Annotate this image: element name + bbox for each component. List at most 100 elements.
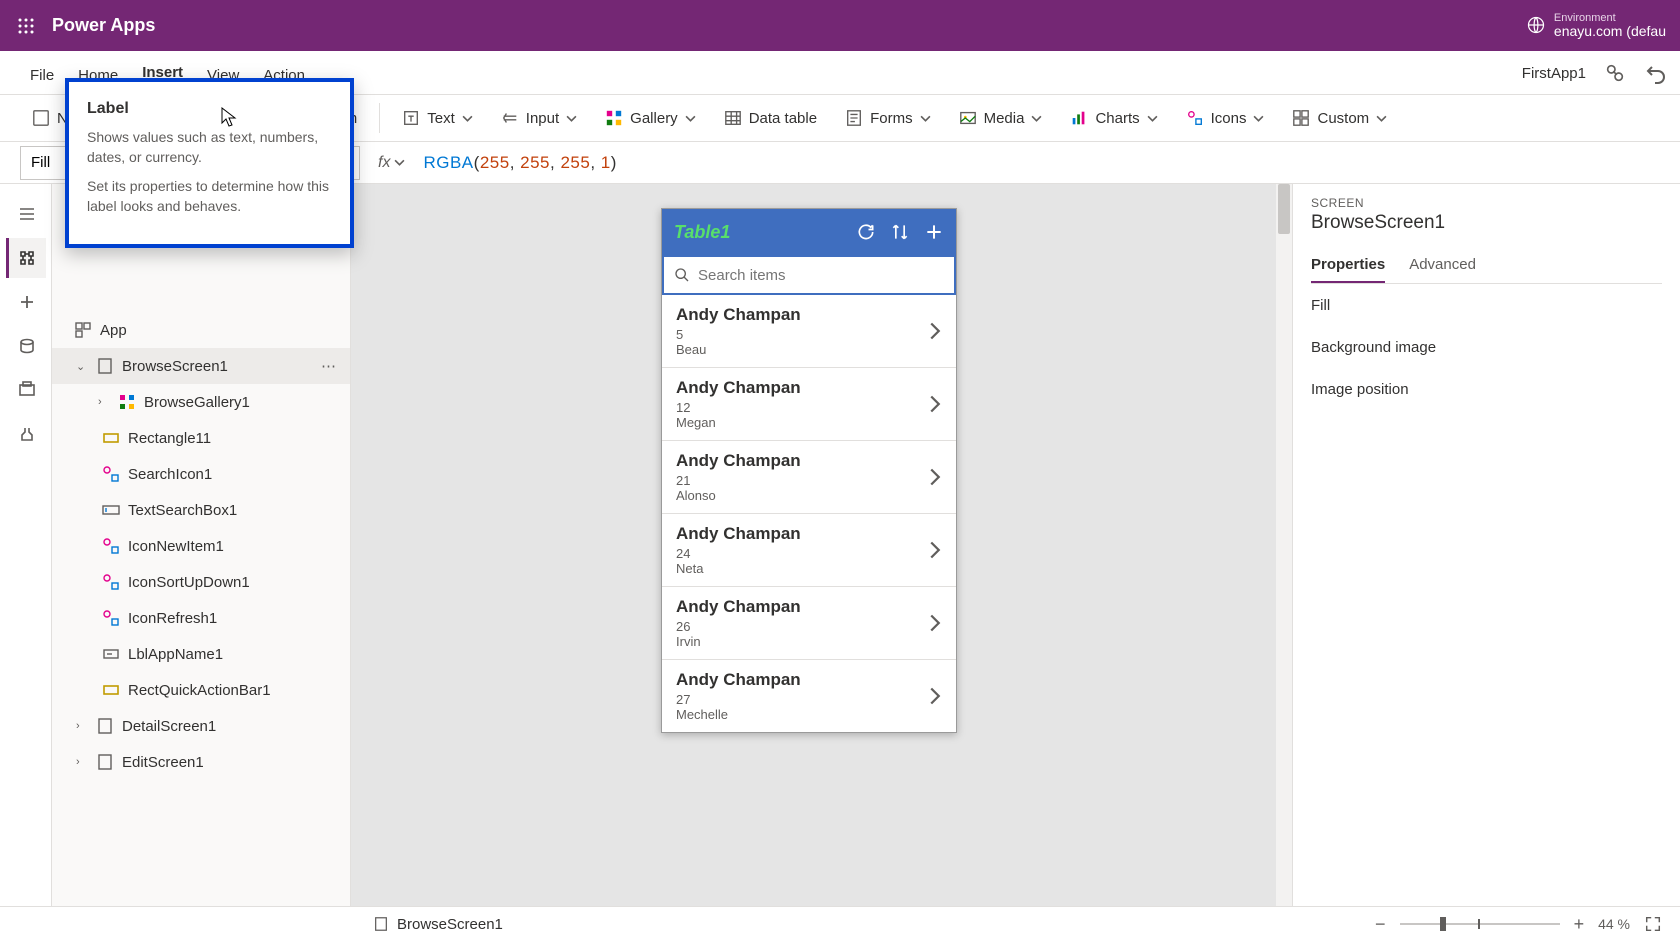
tree-iconrefresh1[interactable]: IconRefresh1 <box>52 600 350 636</box>
tab-advanced[interactable]: Advanced <box>1409 248 1476 283</box>
add-icon[interactable] <box>924 222 944 242</box>
text-button[interactable]: Text <box>392 103 483 133</box>
tree-item-label: IconSortUpDown1 <box>128 574 250 591</box>
chevron-down-icon <box>685 113 696 124</box>
search-input[interactable] <box>698 267 944 284</box>
zoom-value: 44 % <box>1598 916 1630 932</box>
chevron-right-icon <box>928 613 942 633</box>
globe-icon <box>1526 15 1546 35</box>
icons-icon <box>1186 109 1204 127</box>
app-title: Power Apps <box>52 15 155 36</box>
phone-preview[interactable]: Table1 Andy Champan 5 Beau Andy Champan … <box>661 208 957 733</box>
tree-searchicon1[interactable]: SearchIcon1 <box>52 456 350 492</box>
search-box[interactable] <box>664 257 954 293</box>
tab-properties[interactable]: Properties <box>1311 248 1385 283</box>
list-item-title: Andy Champan <box>676 378 928 398</box>
tree-editscreen1[interactable]: › EditScreen1 <box>52 744 350 780</box>
chevron-down-icon <box>1376 113 1387 124</box>
list-item-sub2: Megan <box>676 415 928 430</box>
sort-icon[interactable] <box>890 222 910 242</box>
waffle-icon[interactable] <box>10 10 42 42</box>
zoom-in-button[interactable]: + <box>1574 914 1585 935</box>
tree-detailscreen1[interactable]: › DetailScreen1 <box>52 708 350 744</box>
list-item[interactable]: Andy Champan 21 Alonso <box>662 441 956 514</box>
status-bar: BrowseScreen1 − + 44 % <box>0 906 1680 941</box>
environment-picker[interactable]: Environment enayu.com (defau <box>1526 12 1666 39</box>
canvas[interactable]: Table1 Andy Champan 5 Beau Andy Champan … <box>351 184 1292 906</box>
prop-fill[interactable]: Fill <box>1311 284 1662 326</box>
tree-lblappname1[interactable]: LblAppName1 <box>52 636 350 672</box>
tree-browsescreen1[interactable]: ⌄ BrowseScreen1 ⋯ <box>52 348 350 384</box>
tree-app[interactable]: App <box>52 312 350 348</box>
list-item[interactable]: Andy Champan 26 Irvin <box>662 587 956 660</box>
forms-button[interactable]: Forms <box>835 103 941 133</box>
rail-data[interactable] <box>6 326 46 366</box>
props-control-name: BrowseScreen1 <box>1311 212 1662 234</box>
nav-rail <box>0 184 52 906</box>
canvas-scrollbar[interactable] <box>1276 184 1292 906</box>
tree-item-label: IconRefresh1 <box>128 610 217 627</box>
media-label: Media <box>984 110 1025 127</box>
rail-tree-view[interactable] <box>6 238 46 278</box>
screen-icon <box>96 717 114 735</box>
rail-hamburger[interactable] <box>6 194 46 234</box>
tree-item-label: IconNewItem1 <box>128 538 224 555</box>
list-item[interactable]: Andy Champan 27 Mechelle <box>662 660 956 732</box>
list-item-sub2: Mechelle <box>676 707 928 722</box>
status-breadcrumb[interactable]: BrowseScreen1 <box>373 916 503 933</box>
expand-icon[interactable]: ⌄ <box>76 360 88 373</box>
tree-textsearchbox1[interactable]: TextSearchBox1 <box>52 492 350 528</box>
menu-file[interactable]: File <box>18 57 66 94</box>
expand-icon[interactable]: › <box>76 756 88 768</box>
rail-media[interactable] <box>6 370 46 410</box>
custom-button[interactable]: Custom <box>1282 103 1397 133</box>
list-item-title: Andy Champan <box>676 597 928 617</box>
formula-input[interactable]: RGBA(255, 255, 255, 1) <box>423 153 616 173</box>
expand-icon[interactable]: › <box>76 720 88 732</box>
data-table-button[interactable]: Data table <box>714 103 827 133</box>
list-item[interactable]: Andy Champan 24 Neta <box>662 514 956 587</box>
tree-iconnewitem1[interactable]: IconNewItem1 <box>52 528 350 564</box>
app-checker-icon[interactable] <box>1604 62 1626 84</box>
fit-to-window-icon[interactable] <box>1644 915 1662 933</box>
input-button[interactable]: Input <box>491 103 587 133</box>
tree-iconsortupdown1[interactable]: IconSortUpDown1 <box>52 564 350 600</box>
tree-rectangle11[interactable]: Rectangle11 <box>52 420 350 456</box>
prop-background-image[interactable]: Background image <box>1311 326 1662 368</box>
gallery-label: Gallery <box>630 110 678 127</box>
rail-insert[interactable] <box>6 282 46 322</box>
prop-image-position[interactable]: Image position <box>1311 368 1662 410</box>
list-item-sub1: 21 <box>676 473 928 488</box>
zoom-out-button[interactable]: − <box>1375 914 1386 935</box>
list-item-title: Andy Champan <box>676 524 928 544</box>
phone-title: Table1 <box>674 222 842 243</box>
chevron-down-icon <box>920 113 931 124</box>
list-item[interactable]: Andy Champan 12 Megan <box>662 368 956 441</box>
tree-browsegallery1[interactable]: › BrowseGallery1 <box>52 384 350 420</box>
app-name[interactable]: FirstApp1 <box>1522 65 1586 82</box>
refresh-icon[interactable] <box>856 222 876 242</box>
app-header: Power Apps Environment enayu.com (defau <box>0 0 1680 51</box>
zoom-slider[interactable] <box>1400 923 1560 925</box>
list-item-sub1: 5 <box>676 327 928 342</box>
iconctrl-icon <box>102 573 120 591</box>
expand-icon[interactable]: › <box>98 396 110 408</box>
gallery-icon <box>605 109 623 127</box>
chevron-right-icon <box>928 394 942 414</box>
tree-item-label: LblAppName1 <box>128 646 223 663</box>
tree-rectquickactionbar1[interactable]: RectQuickActionBar1 <box>52 672 350 708</box>
charts-button[interactable]: Charts <box>1060 103 1167 133</box>
charts-icon <box>1070 109 1088 127</box>
list-item-sub1: 27 <box>676 692 928 707</box>
undo-icon[interactable] <box>1644 61 1668 85</box>
icons-button[interactable]: Icons <box>1176 103 1275 133</box>
tree-item-label: EditScreen1 <box>122 754 204 771</box>
list-item[interactable]: Andy Champan 5 Beau <box>662 295 956 368</box>
tooltip-body-2: Set its properties to determine how this… <box>87 177 332 216</box>
fx-label[interactable]: fx <box>360 154 423 172</box>
media-button[interactable]: Media <box>949 103 1053 133</box>
forms-label: Forms <box>870 110 913 127</box>
more-icon[interactable]: ⋯ <box>321 357 338 375</box>
gallery-button[interactable]: Gallery <box>595 103 706 133</box>
rail-advanced-tools[interactable] <box>6 414 46 454</box>
